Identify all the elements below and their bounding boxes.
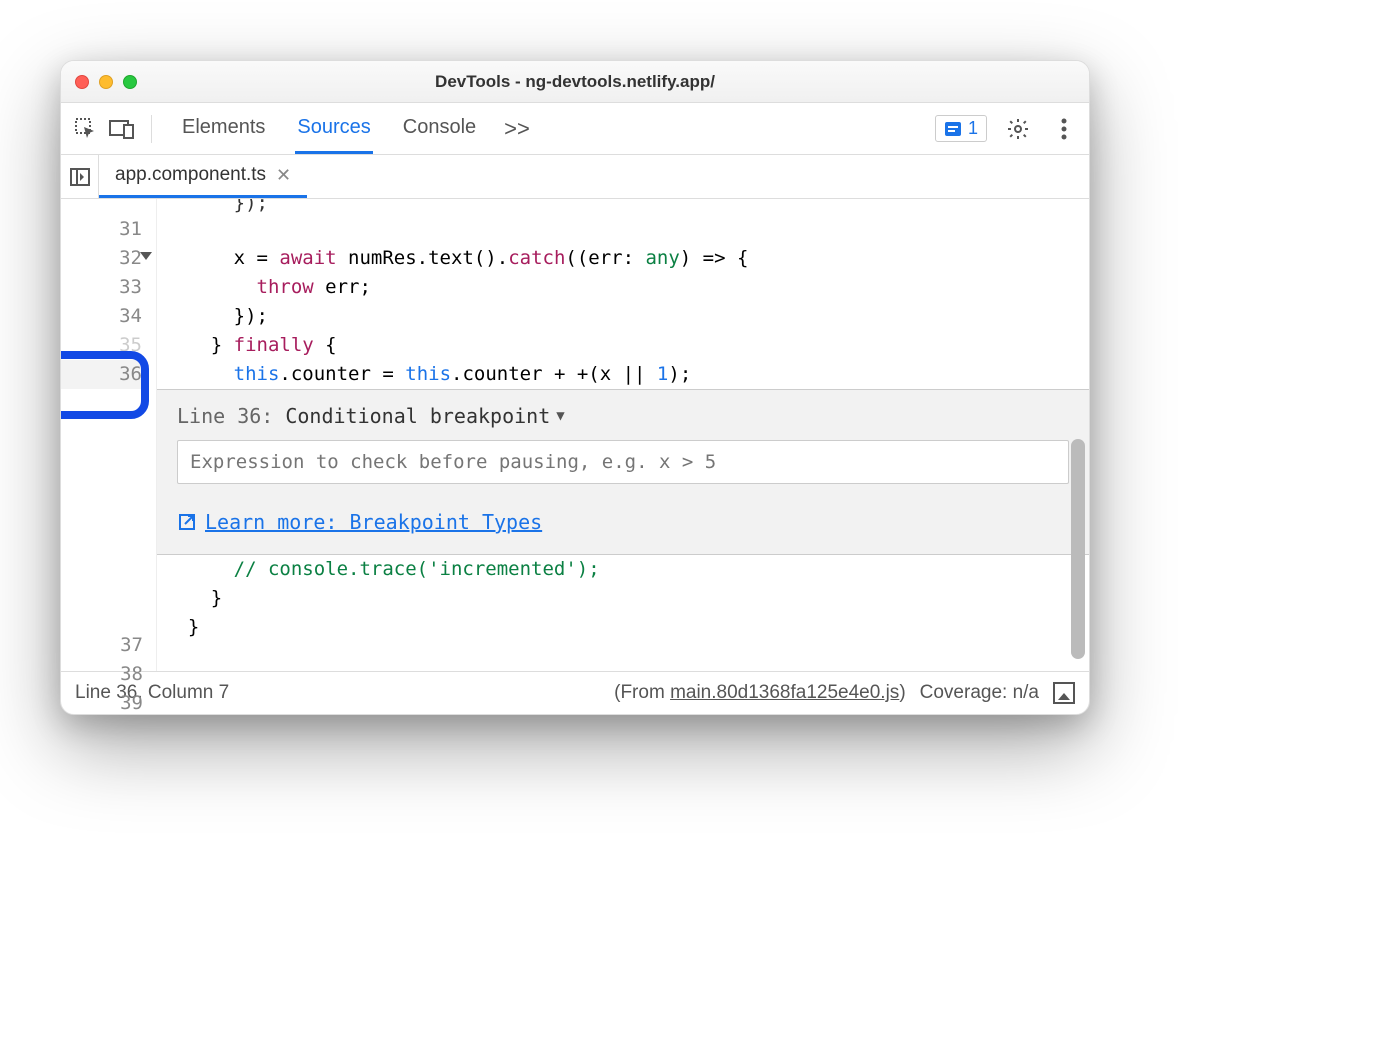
breakpoint-line-label: Line 36: <box>177 404 273 428</box>
gutter-line[interactable]: 32 <box>61 244 142 273</box>
gutter-line[interactable]: 34 <box>61 302 142 331</box>
inspect-element-icon[interactable] <box>71 114 101 144</box>
coverage-status: Coverage: n/a <box>920 682 1039 704</box>
show-drawer-icon[interactable] <box>1053 682 1075 704</box>
more-tabs-button[interactable]: >> <box>504 116 530 142</box>
code-line: // console.trace('incremented'); <box>157 555 1089 584</box>
scrollbar-thumb[interactable] <box>1071 439 1085 659</box>
file-tabs: app.component.ts ✕ <box>61 155 1089 199</box>
issues-icon <box>944 120 962 138</box>
gutter-line[interactable]: 33 <box>61 273 142 302</box>
kebab-menu-icon[interactable] <box>1049 114 1079 144</box>
gutter-line[interactable]: 37 <box>61 631 143 660</box>
device-toolbar-icon[interactable] <box>107 114 137 144</box>
fold-arrow-icon[interactable] <box>140 252 152 260</box>
window-title: DevTools - ng-devtools.netlify.app/ <box>61 72 1089 92</box>
panel-tabs: Elements Sources Console <box>180 104 478 154</box>
line-gutter[interactable]: 31 32 33 34 35 36 <box>61 199 157 671</box>
code-line <box>157 215 1089 244</box>
breakpoint-header: Line 36: Conditional breakpoint ▼ <box>177 404 1069 428</box>
close-window-button[interactable] <box>75 75 89 89</box>
gutter-line[interactable] <box>61 199 142 215</box>
gutter-line[interactable]: 35 <box>61 331 142 360</box>
gutter-line-active[interactable]: 36 <box>61 360 142 389</box>
close-tab-icon[interactable]: ✕ <box>276 165 291 186</box>
minimize-window-button[interactable] <box>99 75 113 89</box>
traffic-lights <box>75 75 137 89</box>
tab-console[interactable]: Console <box>401 104 478 154</box>
tab-elements[interactable]: Elements <box>180 104 267 154</box>
status-right: (From main.80d1368fa125e4e0.js) Coverage… <box>614 682 1075 704</box>
main-toolbar: Elements Sources Console >> 1 <box>61 103 1089 155</box>
line-gutter-lower[interactable]: 37 38 39 40 <box>61 631 157 715</box>
settings-icon[interactable] <box>1003 114 1033 144</box>
breakpoint-condition-input[interactable] <box>177 440 1069 484</box>
breakpoint-editor: Line 36: Conditional breakpoint ▼ Learn … <box>157 389 1089 555</box>
code-line: x = await numRes.text().catch((err: any)… <box>157 244 1089 273</box>
code-editor: 31 32 33 34 35 36 }); x = await numRes.t… <box>61 199 1089 671</box>
issues-count: 1 <box>968 118 978 139</box>
code-line: this.counter = this.counter + +(x || 1); <box>157 360 1089 389</box>
source-map-link[interactable]: main.80d1368fa125e4e0.js <box>670 682 899 703</box>
toolbar-right: 1 <box>935 114 1079 144</box>
tab-sources[interactable]: Sources <box>295 104 372 154</box>
maximize-window-button[interactable] <box>123 75 137 89</box>
code-line: }); <box>157 302 1089 331</box>
code-line: } <box>157 584 1089 613</box>
gutter-line[interactable]: 38 <box>61 660 143 689</box>
gutter-line[interactable]: 39 <box>61 689 143 715</box>
statusbar: Line 36, Column 7 (From main.80d1368fa12… <box>61 671 1089 714</box>
external-link-icon <box>177 512 197 532</box>
titlebar: DevTools - ng-devtools.netlify.app/ <box>61 61 1089 103</box>
issues-badge[interactable]: 1 <box>935 115 987 142</box>
breakpoint-type-dropdown[interactable]: Conditional breakpoint ▼ <box>285 404 564 428</box>
file-tab-name: app.component.ts <box>115 164 266 186</box>
code-line: } finally { <box>157 331 1089 360</box>
gutter-line[interactable]: 31 <box>61 215 142 244</box>
devtools-window: DevTools - ng-devtools.netlify.app/ Elem… <box>60 60 1090 715</box>
code-line: }); <box>157 199 1089 215</box>
file-tab-active[interactable]: app.component.ts ✕ <box>99 155 307 198</box>
source-map-from: (From main.80d1368fa125e4e0.js) <box>614 682 906 704</box>
code-line: throw err; <box>157 273 1089 302</box>
navigator-toggle-icon[interactable] <box>61 155 99 198</box>
toolbar-divider <box>151 115 152 143</box>
code-area[interactable]: }); x = await numRes.text().catch((err: … <box>157 199 1089 671</box>
learn-more-link[interactable]: Learn more: Breakpoint Types <box>177 510 1069 534</box>
code-line <box>157 642 1089 671</box>
chevron-down-icon: ▼ <box>556 408 564 424</box>
code-line: } <box>157 613 1089 642</box>
